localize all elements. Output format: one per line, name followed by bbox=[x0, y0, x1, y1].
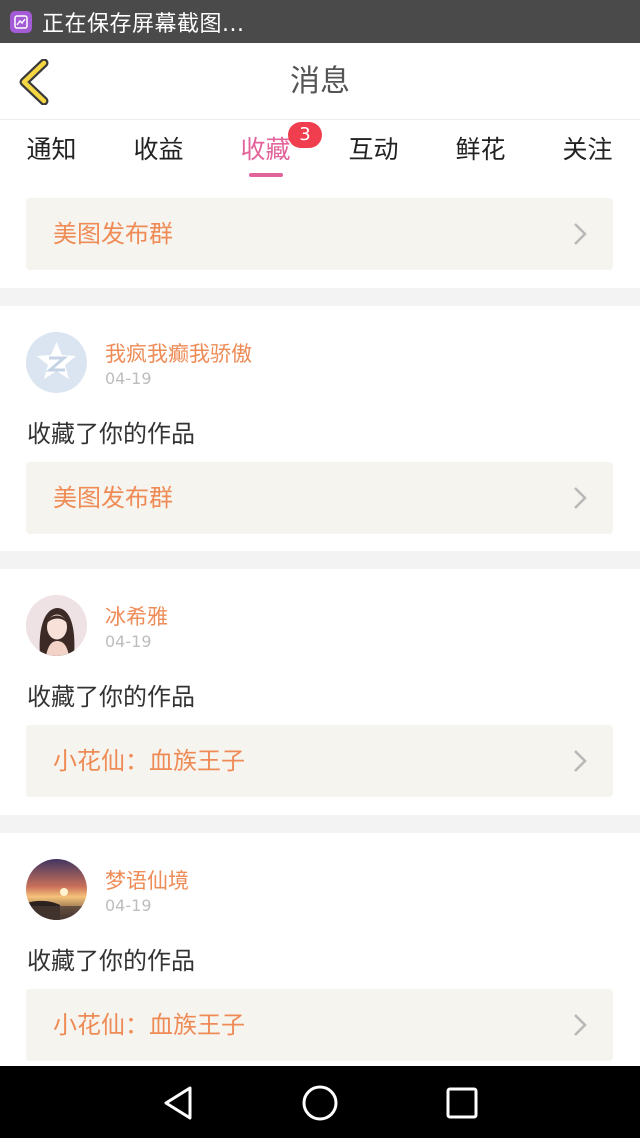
action-text: 收藏了你的作品 bbox=[27, 683, 195, 711]
tab-label: 收藏 bbox=[240, 135, 291, 164]
nav-recents-button[interactable] bbox=[442, 1083, 482, 1123]
avatar[interactable] bbox=[26, 595, 87, 656]
nav-home-button[interactable] bbox=[300, 1083, 340, 1123]
message-item: 冰希雅 04-19 收藏了你的作品 小花仙：血族王子 bbox=[0, 569, 640, 815]
chevron-right-icon bbox=[574, 750, 587, 772]
header: 消息 bbox=[0, 43, 640, 120]
username[interactable]: 梦语仙境 bbox=[105, 865, 189, 895]
message-date: 04-19 bbox=[105, 896, 152, 915]
tab-label: 互动 bbox=[348, 135, 399, 164]
divider bbox=[0, 815, 640, 833]
status-text: 正在保存屏幕截图... bbox=[42, 11, 245, 37]
avatar[interactable] bbox=[26, 332, 87, 393]
work-link-label: 小花仙：血族王子 bbox=[53, 747, 245, 775]
username[interactable]: 冰希雅 bbox=[105, 601, 168, 631]
tab-favorites[interactable]: 收藏 3 bbox=[212, 122, 322, 177]
sunset-icon bbox=[26, 859, 87, 920]
work-link[interactable]: 美图发布群 bbox=[26, 462, 613, 534]
tab-earnings[interactable]: 收益 bbox=[105, 130, 212, 170]
tab-flowers[interactable]: 鲜花 bbox=[427, 130, 534, 170]
work-link-label: 美图发布群 bbox=[53, 484, 173, 512]
work-link-label: 小花仙：血族王子 bbox=[53, 1011, 245, 1039]
page-title: 消息 bbox=[290, 64, 350, 99]
chevron-right-icon bbox=[574, 223, 587, 245]
work-link[interactable]: 小花仙：血族王子 bbox=[26, 725, 613, 797]
divider bbox=[0, 288, 640, 306]
tab-label: 通知 bbox=[26, 135, 77, 164]
action-text: 收藏了你的作品 bbox=[27, 420, 195, 448]
work-link-label: 美图发布群 bbox=[53, 220, 173, 248]
tab-notifications[interactable]: 通知 bbox=[0, 130, 105, 170]
divider bbox=[0, 551, 640, 569]
tab-interactions[interactable]: 互动 bbox=[320, 130, 427, 170]
nav-back-button[interactable] bbox=[158, 1083, 198, 1123]
chevron-right-icon bbox=[574, 487, 587, 509]
work-link[interactable]: 小花仙：血族王子 bbox=[26, 989, 613, 1061]
status-bar: 正在保存屏幕截图... bbox=[0, 0, 640, 43]
avatar[interactable] bbox=[26, 859, 87, 920]
message-date: 04-19 bbox=[105, 369, 152, 388]
action-text: 收藏了你的作品 bbox=[27, 947, 195, 975]
tab-label: 关注 bbox=[562, 135, 613, 164]
username[interactable]: 我疯我癫我骄傲 bbox=[105, 338, 252, 368]
default-qq-avatar-icon bbox=[26, 332, 87, 393]
chevron-right-icon bbox=[574, 1014, 587, 1036]
message-item: 我疯我癫我骄傲 04-19 收藏了你的作品 美图发布群 bbox=[0, 306, 640, 551]
navigation-bar bbox=[0, 1066, 640, 1138]
back-triangle-icon bbox=[164, 1086, 192, 1120]
message-date: 04-19 bbox=[105, 632, 152, 651]
tab-label: 鲜花 bbox=[455, 135, 506, 164]
work-link[interactable]: 美图发布群 bbox=[26, 198, 613, 270]
home-circle-icon bbox=[302, 1085, 338, 1121]
tab-bar: 通知 收益 收藏 3 互动 鲜花 关注 bbox=[0, 120, 640, 180]
active-tab-indicator bbox=[248, 173, 283, 177]
tab-follows[interactable]: 关注 bbox=[534, 130, 640, 170]
list-item: 美图发布群 bbox=[0, 180, 640, 288]
message-item: 梦语仙境 04-19 收藏了你的作品 小花仙：血族王子 bbox=[0, 833, 640, 1066]
girl-portrait-icon bbox=[26, 595, 87, 656]
recents-square-icon bbox=[446, 1087, 478, 1119]
tab-label: 收益 bbox=[133, 135, 184, 164]
unread-badge: 3 bbox=[288, 122, 322, 148]
screenshot-icon bbox=[10, 10, 32, 33]
